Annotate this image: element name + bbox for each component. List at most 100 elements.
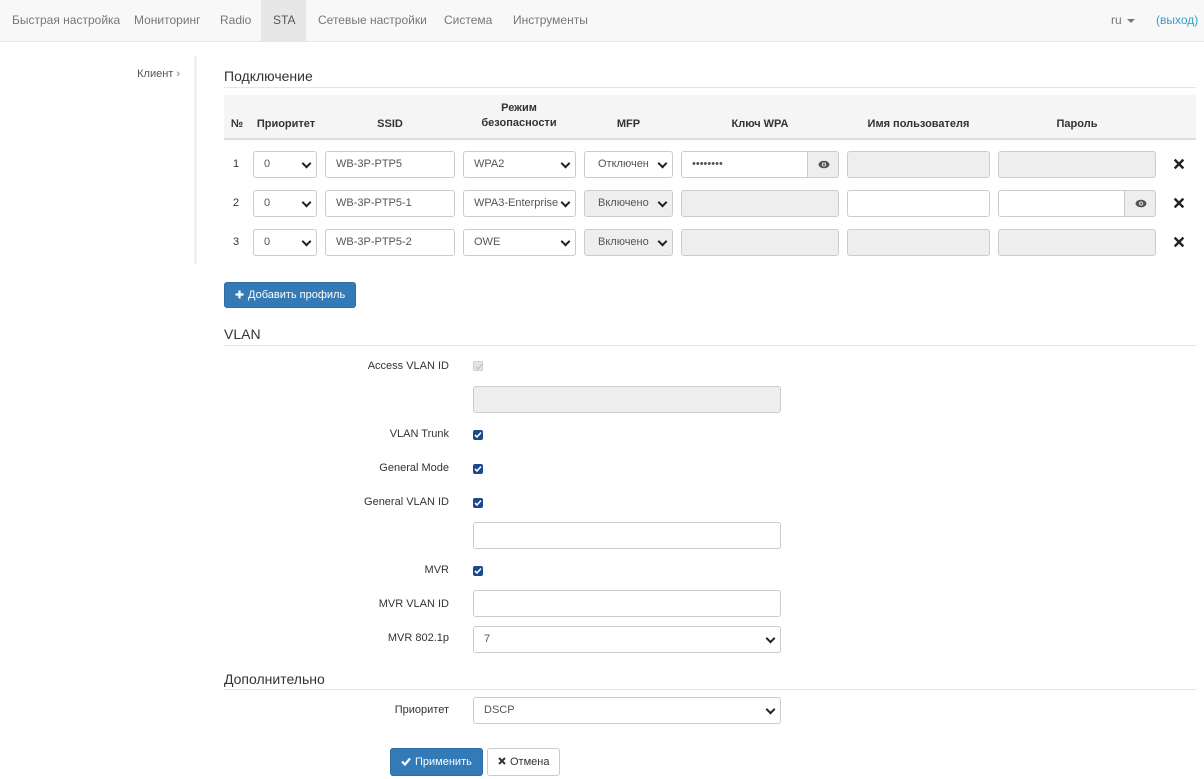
ssid-input[interactable]: WB-3P-PTP5-2 [325, 229, 455, 256]
mfp-value: Включено [598, 236, 649, 248]
chevron-down-icon [301, 236, 312, 247]
delete-row-icon[interactable] [1173, 236, 1185, 248]
nav-tools[interactable]: Инструменты [501, 0, 600, 41]
priority-mode-value: DSCP [484, 704, 515, 716]
section-divider [224, 689, 1196, 690]
cancel-label: Отмена [510, 756, 550, 768]
header-mfp: MFP [616, 118, 641, 130]
chevron-down-icon [560, 158, 571, 169]
nav-radio[interactable]: Radio [208, 0, 263, 41]
cancel-button[interactable]: Отмена [487, 748, 561, 776]
caret-down-icon [1126, 18, 1135, 23]
general-vlan-id-checkbox[interactable] [473, 498, 483, 508]
nav-network-settings[interactable]: Сетевые настройки [306, 0, 439, 41]
check-icon [474, 431, 482, 439]
general-vlan-id-input[interactable] [473, 522, 781, 549]
priority-select[interactable]: 0 [253, 229, 317, 256]
mfp-value: Отключен [598, 158, 649, 170]
ssid-input[interactable]: WB-3P-PTP5 [325, 151, 455, 178]
username-input[interactable] [847, 229, 990, 256]
section-divider [224, 345, 1196, 346]
chevron-down-icon [765, 704, 776, 715]
apply-label: Применить [415, 756, 472, 768]
show-password-button[interactable] [1124, 190, 1156, 217]
chevron-down-icon [560, 236, 571, 247]
priority-mode-select[interactable]: DSCP [473, 697, 781, 724]
mfp-select[interactable]: Включено [584, 229, 673, 256]
check-icon [474, 567, 482, 575]
row-number: 3 [232, 236, 240, 248]
chevron-down-icon [301, 158, 312, 169]
wpa-key-input[interactable] [681, 229, 839, 256]
vlan-trunk-checkbox[interactable] [473, 430, 483, 440]
delete-row-icon[interactable] [1173, 158, 1185, 170]
general-mode-checkbox[interactable] [473, 464, 483, 474]
sidebar-item-client[interactable]: Клиент › [137, 68, 180, 80]
password-input[interactable] [998, 229, 1156, 256]
access-vlan-id-label: Access VLAN ID [367, 360, 449, 372]
chevron-down-icon [657, 236, 668, 247]
password-input[interactable] [998, 190, 1125, 217]
nav-quick-setup[interactable]: Быстрая настройка [0, 0, 132, 41]
header-priority: Приоритет [256, 118, 316, 130]
security-mode-select[interactable]: OWE [463, 229, 576, 256]
apply-button[interactable]: Применить [390, 748, 483, 776]
nav-system[interactable]: Система [432, 0, 504, 41]
top-navbar: Быстрая настройка Мониторинг Radio STA С… [0, 0, 1204, 42]
general-vlan-id-label: General VLAN ID [364, 496, 449, 508]
section-title-additional: Дополнительно [224, 671, 325, 687]
language-dropdown[interactable]: ru [1111, 0, 1135, 41]
language-label: ru [1111, 13, 1122, 27]
header-wpa-key: Ключ WPA [731, 118, 789, 130]
add-profile-label: Добавить профиль [248, 289, 346, 301]
sidebar: Клиент › [0, 56, 197, 264]
mfp-select[interactable]: Отключен [584, 151, 673, 178]
chevron-down-icon [301, 197, 312, 208]
mvr-checkbox[interactable] [473, 566, 483, 576]
row-number: 2 [232, 197, 240, 209]
vlan-trunk-label: VLAN Trunk [389, 428, 449, 440]
eye-icon [818, 160, 830, 169]
section-title-connection: Подключение [224, 68, 313, 84]
nav-sta[interactable]: STA [261, 0, 306, 41]
header-num: № [230, 118, 244, 130]
security-mode-value: WPA3-Enterprise [474, 197, 559, 209]
show-password-button[interactable] [807, 151, 839, 178]
priority-select[interactable]: 0 [253, 190, 317, 217]
mvr-vlan-id-input[interactable] [473, 590, 781, 617]
add-profile-button[interactable]: Добавить профиль [224, 282, 357, 308]
security-mode-select[interactable]: WPA2 [463, 151, 576, 178]
header-security-mode: Режим безопасности [463, 102, 575, 129]
password-input[interactable] [998, 151, 1156, 178]
ssid-input[interactable]: WB-3P-PTP5-1 [325, 190, 455, 217]
check-icon [474, 499, 482, 507]
priority-label: Приоритет [394, 704, 449, 716]
access-vlan-id-input[interactable] [473, 386, 781, 413]
mfp-select[interactable]: Включено [584, 190, 673, 217]
chevron-down-icon [765, 633, 776, 644]
plus-icon [235, 290, 244, 299]
sidebar-item-label: Клиент [137, 68, 174, 80]
mvr-8021p-label: MVR 802.1p [387, 632, 449, 644]
logout-link[interactable]: (выход) [1156, 0, 1198, 41]
security-mode-value: OWE [474, 236, 501, 248]
wpa-key-input[interactable] [681, 190, 839, 217]
mvr-vlan-id-label: MVR VLAN ID [378, 598, 449, 610]
nav-monitoring[interactable]: Мониторинг [122, 0, 213, 41]
row-number: 1 [232, 158, 240, 170]
username-input[interactable] [847, 190, 990, 217]
chevron-down-icon [657, 158, 668, 169]
username-input[interactable] [847, 151, 990, 178]
security-mode-select[interactable]: WPA3-Enterprise [463, 190, 576, 217]
eye-icon [1135, 199, 1147, 208]
priority-select[interactable]: 0 [253, 151, 317, 178]
mvr-8021p-value: 7 [484, 633, 491, 645]
delete-row-icon[interactable] [1173, 197, 1185, 209]
mfp-value: Включено [598, 197, 649, 209]
header-password: Пароль [1056, 118, 1098, 130]
access-vlan-id-checkbox[interactable] [473, 361, 483, 371]
section-title-vlan: VLAN [224, 326, 261, 342]
mvr-8021p-select[interactable]: 7 [473, 626, 781, 653]
general-mode-label: General Mode [379, 462, 449, 474]
wpa-key-input[interactable]: •••••••• [681, 151, 808, 178]
